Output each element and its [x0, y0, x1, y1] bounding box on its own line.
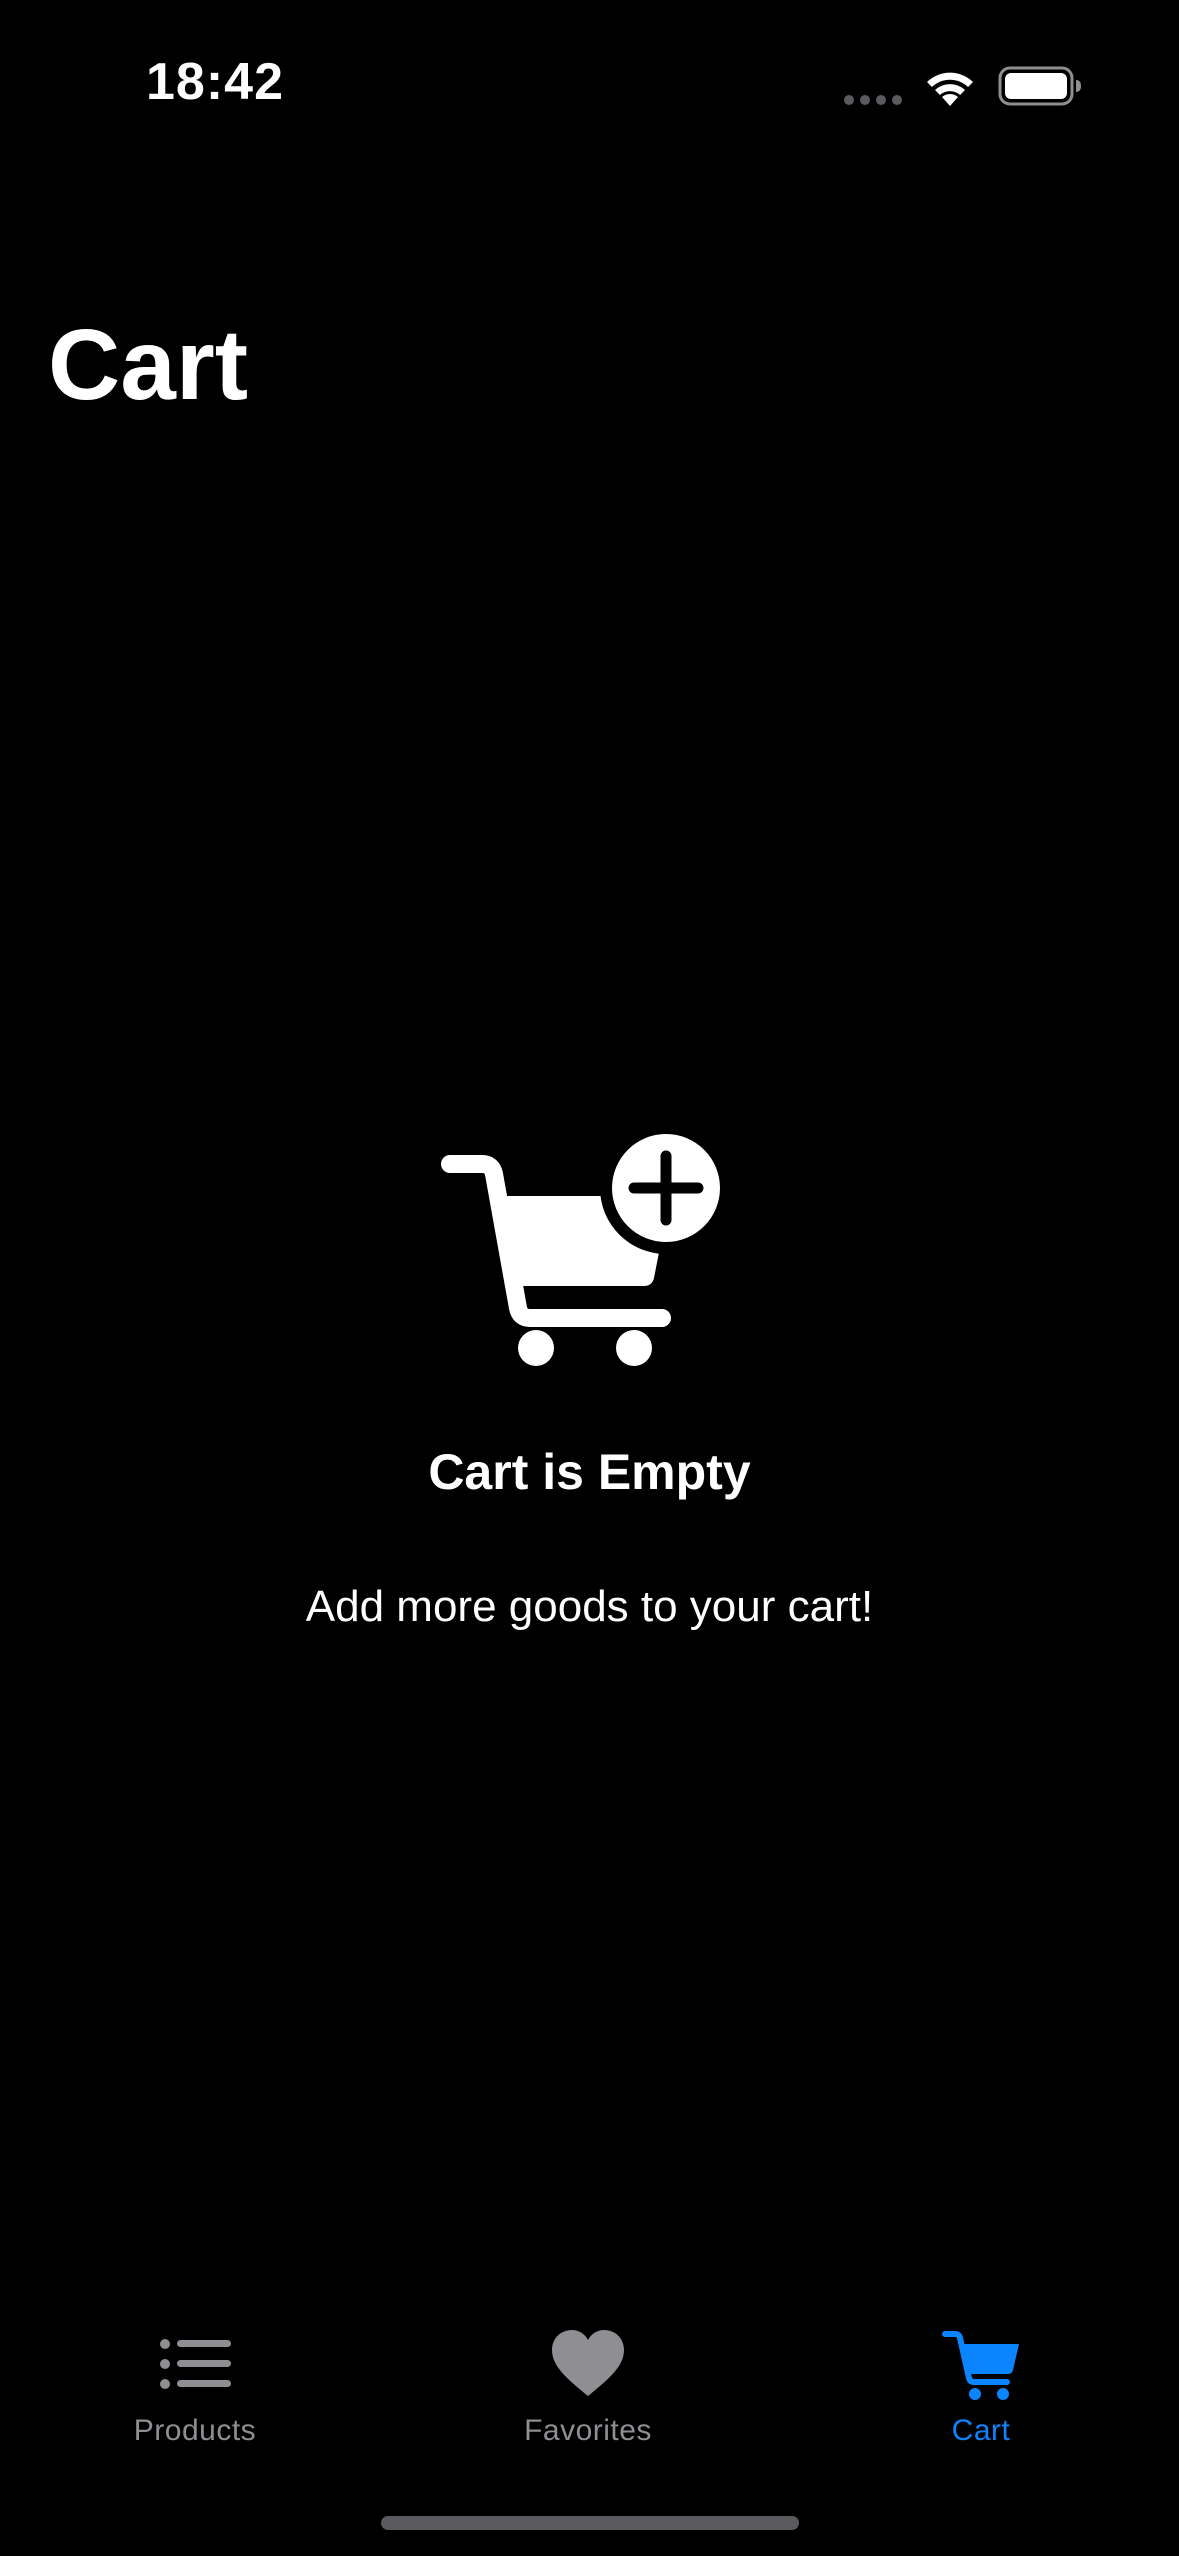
tab-label-cart: Cart: [951, 2414, 1011, 2447]
empty-state: Cart is Empty Add more goods to your car…: [0, 1130, 1179, 1634]
battery-icon: [998, 66, 1081, 106]
status-bar: 18:42: [0, 0, 1179, 170]
status-time: 18:42: [146, 53, 284, 111]
empty-state-subtitle: Add more goods to your cart!: [305, 1582, 874, 1631]
tab-label-favorites: Favorites: [524, 2414, 652, 2447]
cart-icon: [942, 2331, 1019, 2400]
list-icon: [160, 2339, 231, 2389]
home-indicator[interactable]: [381, 2516, 799, 2530]
cart-plus-icon: [440, 1130, 732, 1366]
heart-icon: [552, 2330, 624, 2396]
tab-products[interactable]: Products: [45, 2324, 345, 2448]
signal-icon: [844, 95, 902, 105]
tab-cart[interactable]: Cart: [831, 2324, 1131, 2448]
tab-label-products: Products: [133, 2414, 257, 2447]
page-title: Cart: [48, 309, 249, 421]
wifi-icon: [927, 72, 973, 106]
tab-favorites[interactable]: Favorites: [438, 2324, 738, 2448]
empty-state-title: Cart is Empty: [428, 1444, 751, 1500]
